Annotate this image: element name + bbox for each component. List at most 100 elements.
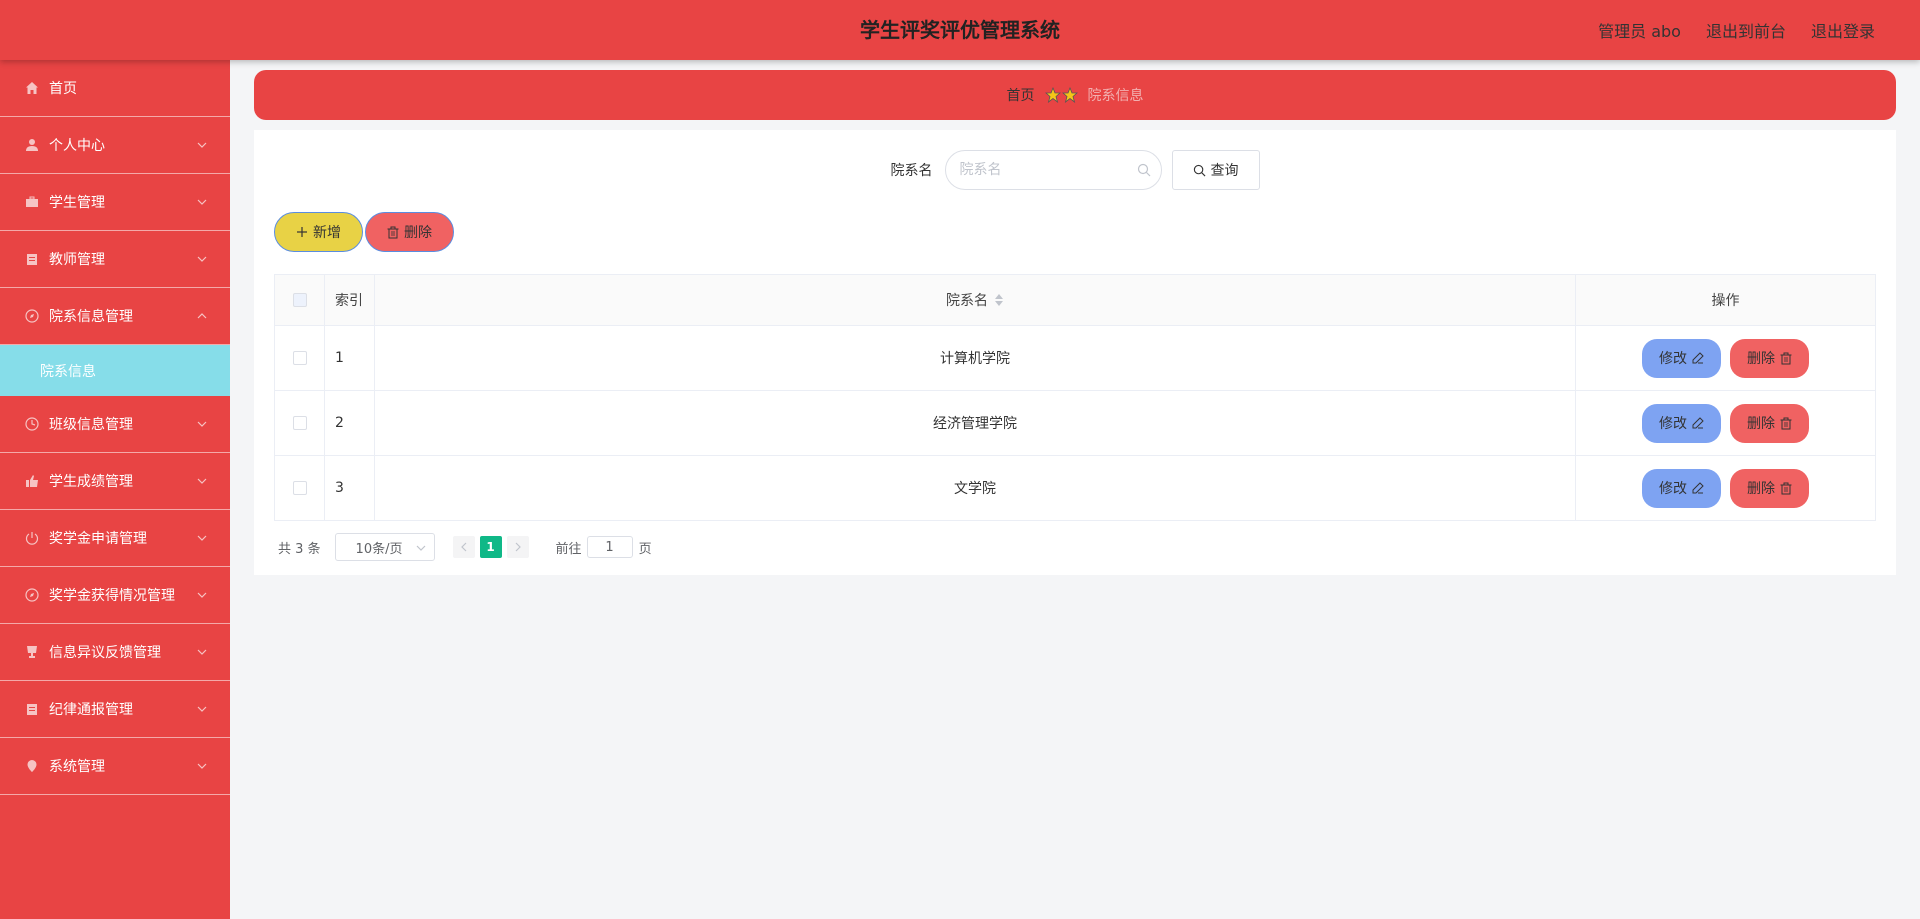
breadcrumb: 首页 院系信息 xyxy=(254,70,1896,120)
row-checkbox[interactable] xyxy=(292,416,307,430)
chevron-down-icon xyxy=(197,256,207,262)
trash-icon xyxy=(387,226,399,238)
sidebar-item-label: 奖学金获得情况管理 xyxy=(49,588,175,604)
batch-delete-button[interactable]: 删除 xyxy=(365,212,454,252)
top-header: 学生评奖评优管理系统 管理员 abo 退出到前台 退出登录 xyxy=(0,0,1920,60)
sort-icon[interactable] xyxy=(994,293,1004,307)
row-name: 经济管理学院 xyxy=(375,391,1576,455)
breadcrumb-home[interactable]: 首页 xyxy=(1007,85,1035,105)
action-row: 新增 删除 xyxy=(274,212,454,252)
chevron-down-icon xyxy=(197,649,207,655)
sidebar-item-home[interactable]: 首页 xyxy=(0,60,230,117)
search-label: 院系名 xyxy=(890,163,933,179)
search-field xyxy=(944,150,1162,190)
sidebar-item-scholarship-result[interactable]: 奖学金获得情况管理 xyxy=(0,567,230,624)
row-ops: 修改 删除 xyxy=(1576,456,1875,520)
sidebar-item-feedback[interactable]: 信息异议反馈管理 xyxy=(0,624,230,681)
edit-button[interactable]: 修改 xyxy=(1642,468,1721,508)
back-to-front-link[interactable]: 退出到前台 xyxy=(1706,18,1786,42)
sidebar-item-label: 奖学金申请管理 xyxy=(49,531,147,547)
table-row: 2 经济管理学院 修改 删除 xyxy=(275,391,1875,456)
chevron-down-icon xyxy=(197,478,207,484)
compass-icon xyxy=(24,308,40,324)
row-checkbox[interactable] xyxy=(292,481,307,495)
chevron-down-icon xyxy=(197,535,207,541)
briefcase-icon xyxy=(24,194,40,210)
trash-icon xyxy=(1780,482,1792,494)
chevron-down-icon xyxy=(197,142,207,148)
row-delete-button[interactable]: 删除 xyxy=(1730,338,1809,378)
breadcrumb-separator xyxy=(1044,87,1078,103)
chevron-down-icon xyxy=(197,706,207,712)
star-icon xyxy=(1044,87,1061,103)
row-check-cell xyxy=(275,326,325,390)
sidebar-subitem-department-info[interactable]: 院系信息 xyxy=(0,345,230,396)
header-name[interactable]: 院系名 xyxy=(375,275,1576,325)
sidebar-item-departments[interactable]: 院系信息管理 xyxy=(0,288,230,345)
row-checkbox[interactable] xyxy=(292,351,307,365)
row-delete-button-label: 删除 xyxy=(1747,481,1775,497)
sidebar-item-label: 学生成绩管理 xyxy=(49,474,133,490)
location-icon xyxy=(24,758,40,774)
sidebar-item-label: 信息异议反馈管理 xyxy=(49,645,161,661)
sidebar-item-grades[interactable]: 学生成绩管理 xyxy=(0,453,230,510)
sidebar: 首页 个人中心 学生管理 教师管理 院系信息管理 院系信息 班级信息管理 学生成… xyxy=(0,60,230,919)
clock-icon xyxy=(24,416,40,432)
goto-label: 前往 xyxy=(555,541,582,557)
row-index: 2 xyxy=(325,391,375,455)
row-ops: 修改 删除 xyxy=(1576,326,1875,390)
logout-link[interactable]: 退出登录 xyxy=(1811,18,1875,42)
select-all-checkbox[interactable] xyxy=(292,293,307,307)
header-links: 管理员 abo 退出到前台 退出登录 xyxy=(1598,0,1875,60)
row-delete-button[interactable]: 删除 xyxy=(1730,403,1809,443)
prev-page-button[interactable] xyxy=(452,536,475,558)
row-delete-button[interactable]: 删除 xyxy=(1730,468,1809,508)
clipboard-icon xyxy=(24,251,40,267)
edit-icon xyxy=(1692,417,1704,429)
pagination: 共 3 条 10条/页 1 前往 页 xyxy=(278,533,652,561)
user-icon xyxy=(24,137,40,153)
add-button[interactable]: 新增 xyxy=(274,212,363,252)
sidebar-item-classes[interactable]: 班级信息管理 xyxy=(0,396,230,453)
search-icon xyxy=(1137,163,1150,177)
edit-button[interactable]: 修改 xyxy=(1642,338,1721,378)
goto-page-input[interactable] xyxy=(586,536,633,558)
next-page-button[interactable] xyxy=(506,536,529,558)
power-icon xyxy=(24,530,40,546)
sidebar-item-scholarship-apply[interactable]: 奖学金申请管理 xyxy=(0,510,230,567)
header-index: 索引 xyxy=(325,275,375,325)
chevron-down-icon xyxy=(197,763,207,769)
department-table: 索引 院系名 操作 1 计算机学院 修改 删除 2 经济管理学院 修改 删除 3… xyxy=(274,274,1876,521)
page-size-value: 10条/页 xyxy=(355,541,403,557)
clipboard-icon xyxy=(24,701,40,717)
page-suffix: 页 xyxy=(638,541,652,557)
search-input[interactable] xyxy=(959,151,1130,189)
row-index: 1 xyxy=(325,326,375,390)
row-name: 文学院 xyxy=(375,456,1576,520)
edit-button-label: 修改 xyxy=(1659,416,1687,432)
page-number-current[interactable]: 1 xyxy=(479,536,502,558)
row-delete-button-label: 删除 xyxy=(1747,416,1775,432)
edit-button[interactable]: 修改 xyxy=(1642,403,1721,443)
header-check-cell xyxy=(275,275,325,325)
breadcrumb-current: 院系信息 xyxy=(1087,88,1144,104)
sidebar-item-label: 班级信息管理 xyxy=(49,417,133,433)
star-icon xyxy=(1061,87,1078,103)
chevron-right-icon xyxy=(515,542,521,552)
chevron-left-icon xyxy=(460,542,466,552)
row-delete-button-label: 删除 xyxy=(1747,351,1775,367)
sidebar-item-discipline[interactable]: 纪律通报管理 xyxy=(0,681,230,738)
row-ops: 修改 删除 xyxy=(1576,391,1875,455)
page-size-select[interactable]: 10条/页 xyxy=(334,533,435,561)
chevron-down-icon xyxy=(197,421,207,427)
edit-button-label: 修改 xyxy=(1659,481,1687,497)
query-button[interactable]: 查询 xyxy=(1171,150,1260,190)
sidebar-item-personal[interactable]: 个人中心 xyxy=(0,117,230,174)
row-check-cell xyxy=(275,391,325,455)
chevron-up-icon xyxy=(197,313,207,319)
sidebar-item-system[interactable]: 系统管理 xyxy=(0,738,230,795)
chevron-down-icon xyxy=(197,199,207,205)
sidebar-item-label: 个人中心 xyxy=(49,138,105,154)
sidebar-item-students[interactable]: 学生管理 xyxy=(0,174,230,231)
sidebar-item-teachers[interactable]: 教师管理 xyxy=(0,231,230,288)
